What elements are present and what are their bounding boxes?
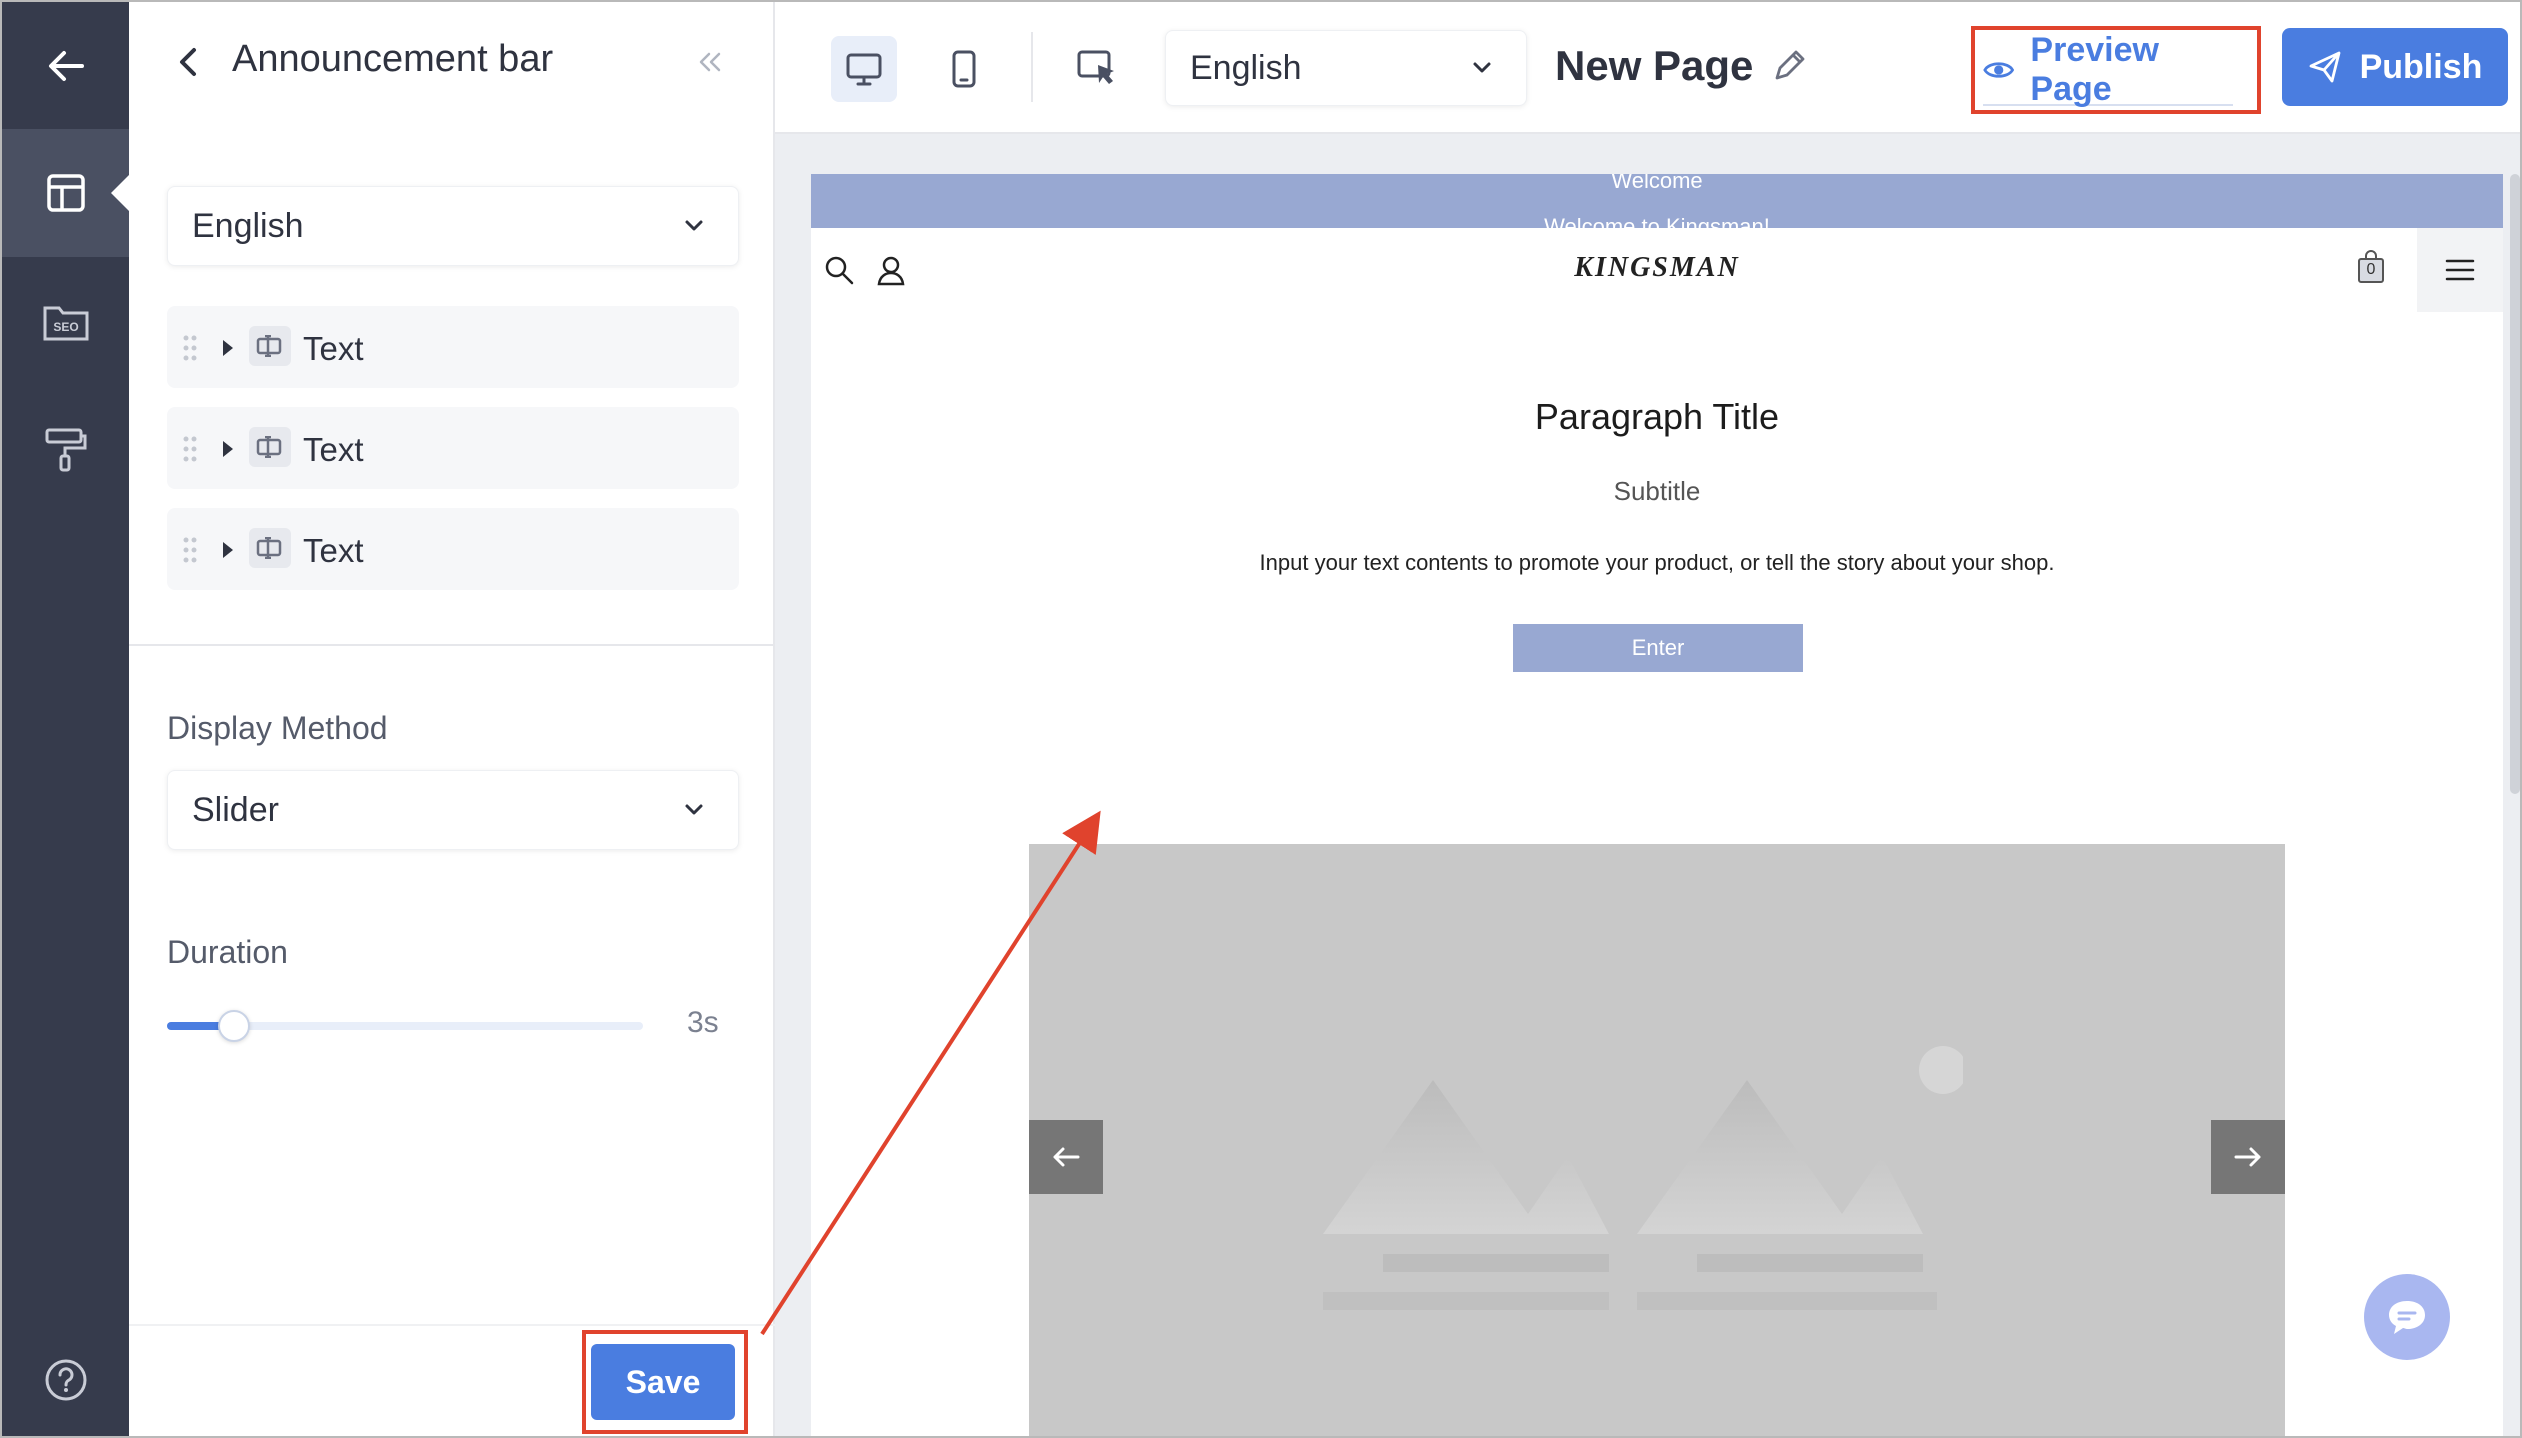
- hamburger-menu-icon: [2445, 259, 2475, 281]
- canvas-scrollbar[interactable]: [2510, 174, 2520, 794]
- image-slider[interactable]: [1029, 844, 2285, 1436]
- caret-right-icon[interactable]: [221, 339, 235, 357]
- text-item-label: Text: [303, 431, 364, 468]
- site-header[interactable]: KINGSMAN 0: [811, 228, 2503, 312]
- settings-panel: Announcement bar English Text Text Text: [129, 2, 775, 1436]
- duration-slider-handle[interactable]: [218, 1010, 250, 1042]
- select-element-button[interactable]: [1065, 36, 1131, 102]
- text-block-icon: [249, 528, 291, 568]
- collapse-panel-icon[interactable]: [689, 42, 729, 82]
- chevron-down-icon: [1473, 62, 1491, 73]
- display-method-label: Display Method: [167, 710, 388, 746]
- announcement-text-item-3[interactable]: Text: [167, 508, 739, 590]
- publish-label: Publish: [2359, 47, 2483, 86]
- text-item-label: Text: [303, 532, 364, 569]
- menu-button[interactable]: [2417, 228, 2503, 312]
- select-element-icon: [1077, 50, 1114, 84]
- chat-icon: [2389, 1301, 2425, 1334]
- svg-text:SEO: SEO: [53, 320, 78, 334]
- back-arrow-icon: [48, 51, 84, 81]
- chevron-down-icon: [685, 220, 703, 231]
- seo-folder-icon: SEO: [43, 306, 88, 341]
- caret-right-icon[interactable]: [221, 541, 235, 559]
- announcement-bar[interactable]: Welcome Welcome to Kingsman!: [811, 174, 2503, 228]
- text-block-icon: [249, 427, 291, 467]
- panel-header: Announcement bar: [129, 2, 775, 132]
- site-logo[interactable]: KINGSMAN: [811, 252, 2503, 284]
- page-title: New Page: [1555, 42, 1754, 89]
- text-block-icon: [249, 326, 291, 366]
- announcement-text-item-2[interactable]: Text: [167, 407, 739, 489]
- paint-roller-icon: [45, 428, 86, 472]
- left-rail: SEO: [2, 2, 129, 1436]
- announcement-text-item-1[interactable]: Text: [167, 306, 739, 388]
- paragraph-title: Paragraph Title: [1534, 396, 1780, 437]
- drag-handle-icon[interactable]: [181, 536, 199, 564]
- arrow-right-icon: [2234, 1147, 2261, 1167]
- mobile-view-button[interactable]: [931, 36, 997, 102]
- save-highlight-box: [582, 1330, 748, 1434]
- rail-item-theme[interactable]: [2, 386, 129, 514]
- desktop-icon: [846, 53, 882, 86]
- back-button[interactable]: [2, 2, 129, 130]
- panel-title: Announcement bar: [232, 38, 554, 80]
- rail-item-seo[interactable]: SEO: [2, 258, 129, 386]
- text-item-label: Text: [303, 330, 364, 367]
- app-window: SEO Announcement bar English Text Text T…: [0, 0, 2522, 1438]
- slider-next-button[interactable]: [2211, 1120, 2285, 1194]
- chevron-down-icon: [685, 804, 703, 815]
- mobile-icon: [952, 50, 976, 88]
- toolbar-separator: [1031, 32, 1033, 102]
- duration-value: 3s: [687, 1006, 719, 1039]
- desktop-view-button[interactable]: [831, 36, 897, 102]
- announcement-text-1: Welcome: [1611, 174, 1703, 193]
- send-icon: [2309, 51, 2340, 83]
- preview-highlight-box: [1971, 26, 2261, 114]
- arrow-left-icon: [1053, 1147, 1080, 1167]
- paragraph-body: Input your text contents to promote your…: [1259, 550, 2055, 575]
- help-icon: [45, 1359, 86, 1401]
- layout-icon: [46, 174, 85, 212]
- publish-button[interactable]: Publish: [2282, 28, 2508, 106]
- slider-prev-button[interactable]: [1029, 1120, 1103, 1194]
- toolbar-language-select[interactable]: English: [1165, 30, 1527, 106]
- paragraph-subtitle: Subtitle: [1613, 476, 1701, 506]
- drag-handle-icon[interactable]: [181, 435, 199, 463]
- announcement-text-2: Welcome to Kingsman!: [1544, 214, 1770, 228]
- help-button[interactable]: [2, 1316, 129, 1436]
- panel-language-value: English: [192, 206, 304, 245]
- cart-count: 0: [2366, 261, 2376, 278]
- caret-right-icon[interactable]: [221, 440, 235, 458]
- chat-button[interactable]: [2364, 1274, 2450, 1360]
- panel-divider: [129, 644, 775, 646]
- chevron-left-icon[interactable]: [169, 42, 209, 82]
- site-preview[interactable]: Welcome Welcome to Kingsman! KINGSMAN 0 …: [811, 174, 2503, 1436]
- enter-button[interactable]: Enter: [1513, 624, 1803, 672]
- display-method-value: Slider: [192, 790, 279, 829]
- display-method-select[interactable]: Slider: [167, 770, 739, 850]
- cart-icon[interactable]: 0: [2357, 250, 2385, 284]
- duration-label: Duration: [167, 934, 288, 970]
- editor-canvas: Welcome Welcome to Kingsman! KINGSMAN 0 …: [775, 134, 2520, 1436]
- drag-handle-icon[interactable]: [181, 334, 199, 362]
- panel-language-select[interactable]: English: [167, 186, 739, 266]
- pencil-icon[interactable]: [1769, 46, 1809, 86]
- rail-item-layout[interactable]: [2, 129, 129, 257]
- toolbar-language-value: English: [1190, 48, 1302, 87]
- image-placeholder-icon: [1323, 1046, 1963, 1310]
